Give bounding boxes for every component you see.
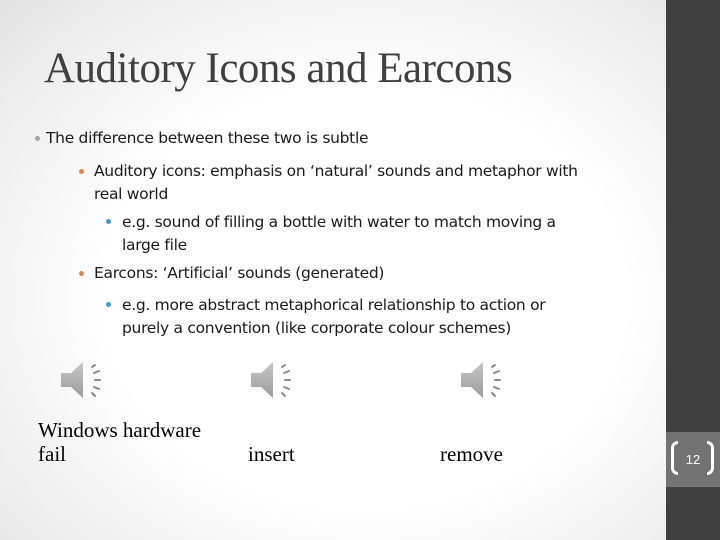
bullet-item-line: e.g. sound of filling a bottle with wate… (122, 213, 556, 231)
bullet-item: Earcons: ‘Artificial’ sounds (generated) (94, 264, 385, 282)
speaker-icon[interactable] (248, 358, 298, 402)
bullet-item-line: Auditory icons: emphasis on ‘natural’ so… (94, 162, 578, 180)
bullet-dot-level2 (79, 169, 84, 174)
sound-label-insert: insert (248, 442, 295, 466)
bullet-dot-level2 (79, 271, 84, 276)
bullet-dot-level1 (35, 136, 40, 141)
bullet-item-line: e.g. more abstract metaphorical relation… (122, 296, 546, 314)
bullet-dot-level3 (106, 219, 111, 224)
speaker-icon[interactable] (458, 358, 508, 402)
speaker-icon[interactable] (58, 358, 108, 402)
slide-title: Auditory Icons and Earcons (44, 45, 513, 92)
bullet-dot-level3 (106, 302, 111, 307)
sound-label-line: Windows hardware (38, 418, 202, 442)
bullet-item: The difference between these two is subt… (46, 129, 369, 147)
bullet-item-line: large file (122, 236, 187, 254)
sound-label-line: fail (38, 442, 66, 466)
page-number: 12 (685, 451, 701, 467)
sound-label-remove: remove (440, 442, 503, 466)
bullet-item-line: real world (94, 185, 168, 203)
sound-label-hardware-fail: Windows hardware fail (38, 418, 201, 466)
bullet-item-line: purely a convention (like corporate colo… (122, 319, 512, 337)
